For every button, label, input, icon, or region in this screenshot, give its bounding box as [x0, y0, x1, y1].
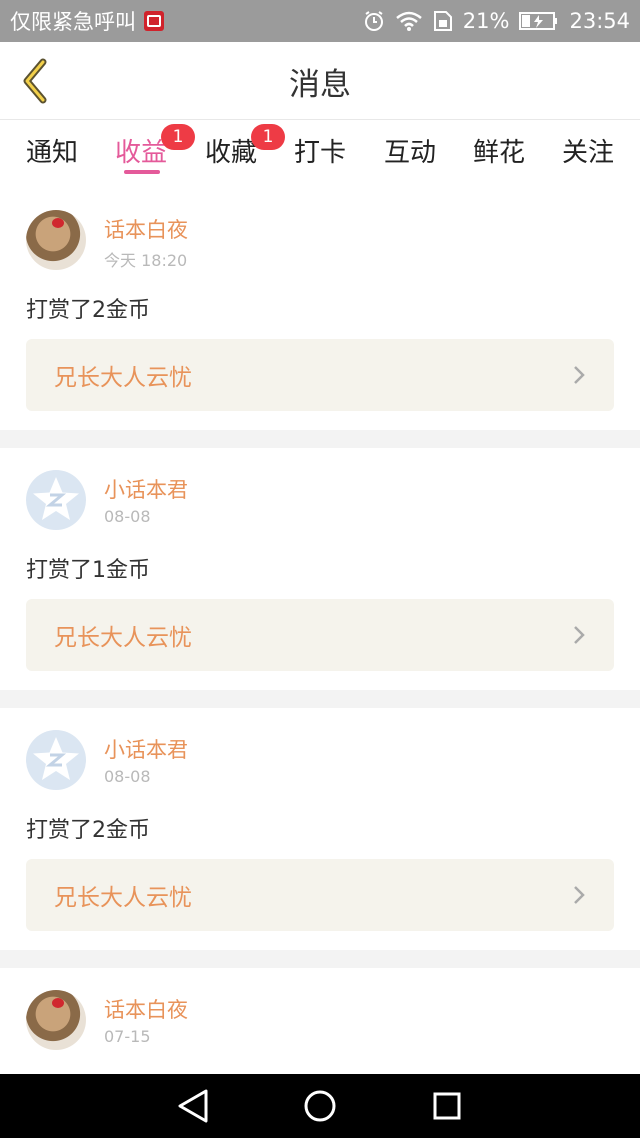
tab-favorites[interactable]: 收藏 1: [205, 124, 286, 169]
chevron-right-icon: [572, 364, 586, 386]
status-bar: 仅限紧急呼叫 21% 23:54: [0, 0, 640, 42]
nav-recents-button[interactable]: [427, 1086, 467, 1126]
unread-badge: 1: [251, 124, 286, 150]
tab-notifications[interactable]: 通知: [26, 132, 78, 169]
tab-label: 鲜花: [473, 138, 526, 168]
avatar[interactable]: [26, 730, 86, 790]
header: 消息: [0, 42, 640, 120]
avatar[interactable]: [26, 210, 86, 270]
chevron-right-icon: [572, 624, 586, 646]
work-title: 兄长大人云忧: [54, 625, 192, 651]
message-card: 小话本君 08-08 打赏了1金币 兄长大人云忧: [0, 448, 640, 690]
username[interactable]: 话本白夜: [104, 994, 188, 1024]
clock: 23:54: [569, 9, 630, 33]
work-title: 兄长大人云忧: [54, 885, 192, 911]
default-avatar-icon: [33, 737, 79, 780]
work-link[interactable]: 兄长大人云忧: [26, 859, 614, 931]
tab-flowers[interactable]: 鲜花: [473, 132, 525, 169]
wifi-icon: [395, 10, 423, 32]
active-tab-indicator: [124, 170, 160, 174]
message-card: 话本白夜 今天 18:20 打赏了2金币 兄长大人云忧: [0, 188, 640, 430]
default-avatar-icon: [33, 477, 79, 520]
timestamp: 今天 18:20: [104, 251, 188, 270]
unread-badge: 1: [161, 124, 196, 150]
work-title: 兄长大人云忧: [54, 365, 192, 391]
message-feed: 话本白夜 今天 18:20 打赏了2金币 兄长大人云忧 小话本君 08-08 打…: [0, 188, 640, 1096]
timestamp: 08-08: [104, 507, 151, 526]
username[interactable]: 小话本君: [104, 474, 188, 504]
tab-label: 通知: [26, 138, 79, 168]
tab-follows[interactable]: 关注: [562, 132, 614, 169]
tab-earnings[interactable]: 收益 1: [115, 124, 196, 169]
message-text: 打赏了2金币: [26, 298, 150, 323]
message-text: 打赏了2金币: [26, 818, 150, 843]
tab-label: 打卡: [294, 138, 347, 168]
alarm-icon: [363, 10, 385, 32]
username[interactable]: 小话本君: [104, 734, 188, 764]
username[interactable]: 话本白夜: [104, 214, 188, 244]
timestamp: 07-15: [104, 1027, 151, 1046]
battery-charging-icon: [519, 11, 559, 31]
work-link[interactable]: 兄长大人云忧: [26, 339, 614, 411]
avatar[interactable]: [26, 470, 86, 530]
tab-label: 关注: [562, 138, 615, 168]
nav-home-button[interactable]: [300, 1086, 340, 1126]
circle-home-icon: [304, 1090, 336, 1122]
sim-icon: [433, 10, 453, 32]
system-nav-bar: [0, 1074, 640, 1138]
message-card: 小话本君 08-08 打赏了2金币 兄长大人云忧: [0, 708, 640, 950]
message-card: 话本白夜 07-15: [0, 968, 640, 1078]
nav-back-button[interactable]: [173, 1086, 213, 1126]
tab-label: 互动: [384, 138, 437, 168]
tab-bar: 通知 收益 1 收藏 1 打卡 互动 鲜花 关注: [0, 120, 640, 188]
chevron-right-icon: [572, 884, 586, 906]
avatar[interactable]: [26, 990, 86, 1050]
square-recents-icon: [433, 1092, 461, 1120]
notification-app-icon: [144, 11, 164, 31]
page-title: 消息: [289, 66, 351, 103]
work-link[interactable]: 兄长大人云忧: [26, 599, 614, 671]
tab-checkin[interactable]: 打卡: [294, 132, 346, 169]
tab-label: 收益: [115, 138, 168, 168]
tab-interactions[interactable]: 互动: [384, 132, 436, 169]
battery-percent: 21%: [462, 9, 510, 33]
message-text: 打赏了1金币: [26, 558, 150, 583]
triangle-back-icon: [178, 1089, 208, 1123]
timestamp: 08-08: [104, 767, 151, 786]
carrier-text: 仅限紧急呼叫: [10, 10, 136, 34]
tab-label: 收藏: [205, 138, 258, 168]
